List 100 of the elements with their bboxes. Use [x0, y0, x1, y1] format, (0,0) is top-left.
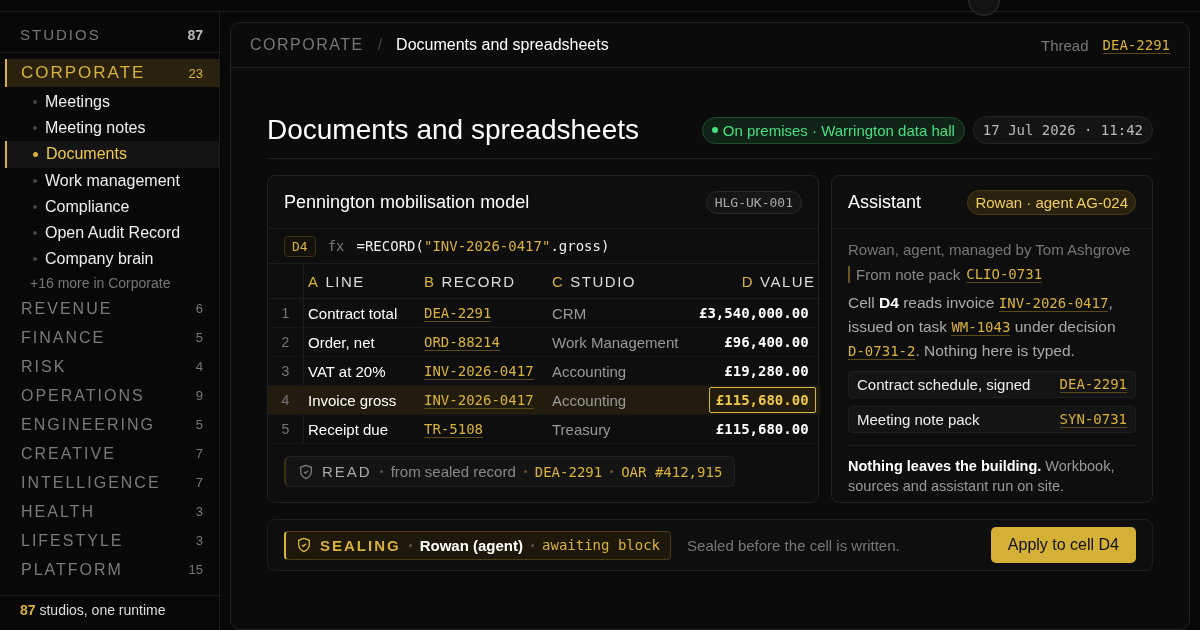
column-header: D VALUE [741, 272, 816, 290]
on-site-note: Nothing leaves the building. Workbook, sources and assistant run on site. [848, 445, 1136, 496]
sidebar-group[interactable]: HEALTH 3 [5, 497, 219, 527]
read-label: READ [322, 463, 372, 480]
sidebar-item[interactable]: Meetings [5, 89, 219, 116]
record-link[interactable]: INV-2026-0417 [424, 362, 534, 380]
record-link[interactable]: TR-5108 [424, 420, 483, 438]
more-link[interactable]: +16 more in Corporate [0, 272, 219, 295]
sidebar-group[interactable]: CORPORATE 23 [5, 59, 219, 87]
table-cell: Invoice gross [308, 391, 397, 409]
table-cell: Contract total [308, 304, 398, 322]
sidebar-group[interactable]: RISK 4 [5, 352, 219, 382]
table-cell: Work Management [552, 333, 679, 351]
row-number: 2 [281, 334, 290, 350]
shield-icon [298, 463, 314, 480]
fx-label: fx [327, 238, 345, 254]
agent-meta: Rowan, agent, managed by Tom Ashgrove [848, 241, 1132, 258]
sealing-label: SEALING [320, 536, 401, 554]
row-number: 3 [281, 363, 290, 379]
breadcrumb-section[interactable]: CORPORATE [250, 36, 364, 54]
value-cell[interactable]: £115,680.00 [708, 387, 816, 413]
table-cell: Accounting [552, 391, 627, 409]
breadcrumb-separator: / [377, 36, 383, 54]
value-cell[interactable]: £19,280.00 [717, 358, 816, 384]
shield-icon [296, 537, 312, 553]
value-cell[interactable]: £96,400.00 [717, 329, 816, 355]
group-count: 7 [195, 475, 203, 491]
sidebar-item[interactable]: Documents [5, 141, 219, 168]
table-cell: Order, net [308, 333, 375, 351]
record-label: Contract schedule, signed [857, 376, 1031, 393]
record-link[interactable]: ORD-88214 [424, 333, 500, 351]
table-cell: CRM [552, 304, 587, 322]
record-link[interactable]: DEA-2291 [534, 463, 603, 480]
table-cell: Treasury [552, 420, 611, 438]
column-header: C STUDIO [552, 272, 636, 290]
group-count: 9 [195, 388, 203, 404]
record-link[interactable]: CLIO-0731 [966, 266, 1043, 283]
record-link[interactable]: D-0731-2 [848, 343, 916, 360]
thread-label: Thread [1041, 36, 1089, 54]
group-count: 4 [195, 359, 203, 375]
record-row[interactable]: Meeting note pack SYN-0731 [848, 406, 1136, 433]
table-cell: Accounting [552, 362, 627, 380]
row-number: 1 [281, 305, 290, 321]
column-header: B RECORD [424, 272, 516, 290]
sidebar-group[interactable]: ENGINEERING 5 [5, 410, 219, 440]
sidebar-group[interactable]: FINANCE 5 [5, 323, 219, 353]
record-link[interactable]: DEA-2291 [1059, 376, 1127, 393]
column-header: A LINE [308, 272, 365, 290]
sidebar-heading: STUDIOS [20, 26, 101, 43]
value-cell[interactable]: £115,680.00 [708, 416, 816, 442]
read-text: from sealed record [390, 463, 516, 480]
record-link[interactable]: DEA-2291 [424, 304, 492, 322]
group-count: 3 [195, 533, 203, 549]
cell-reference: D4 [284, 235, 316, 257]
table-cell: VAT at 20% [308, 362, 386, 380]
apply-button[interactable]: Apply to cell D4 [990, 527, 1136, 563]
group-count: 5 [195, 330, 203, 346]
record-link[interactable]: WM-1043 [951, 319, 1011, 336]
sealing-note: Sealed before the cell is written. [687, 536, 900, 554]
sidebar-group[interactable]: OPERATIONS 9 [5, 381, 219, 411]
assistant-title: Assistant [848, 191, 922, 213]
sidebar-item[interactable]: Compliance [5, 193, 219, 220]
page-title: Documents and spreadsheets [267, 114, 640, 146]
breadcrumb-page: Documents and spreadsheets [396, 36, 609, 54]
group-count: 7 [195, 446, 203, 462]
row-number: 4 [281, 392, 290, 408]
record-row[interactable]: Contract schedule, signed DEA-2291 [848, 371, 1136, 398]
studios-summary: 87 studios, one runtime [20, 602, 167, 618]
value-cell[interactable]: £3,540,000.00 [692, 300, 816, 326]
sidebar-group[interactable]: LIFESTYLE 3 [5, 526, 219, 556]
status-pill: On premises · Warrington data hall [701, 116, 965, 144]
sidebar-item[interactable]: Meeting notes [5, 115, 219, 142]
awaiting-status: awaiting block [542, 537, 661, 553]
table-cell: Receipt due [308, 420, 389, 438]
sheet-title: Pennington mobilisation model [284, 191, 530, 213]
sidebar-group[interactable]: CREATIVE 7 [5, 439, 219, 469]
group-count: 15 [188, 562, 203, 578]
sidebar-item[interactable]: Work management [5, 167, 219, 194]
record-link[interactable]: SYN-0731 [1059, 411, 1127, 428]
group-count: 6 [195, 301, 203, 317]
assistant-message: Cell D4 reads invoice INV-2026-0417, issued on task WM-1043 under decision D-0731-2. Nothing here is typed. [848, 293, 1117, 362]
group-count: 5 [195, 417, 203, 433]
thread-link[interactable]: DEA-2291 [1102, 36, 1170, 54]
studio-count: 87 [187, 26, 203, 43]
record-label: Meeting note pack [857, 411, 980, 428]
record-link[interactable]: INV-2026-0417 [998, 295, 1109, 312]
sidebar-item[interactable]: Company brain [5, 246, 219, 273]
group-count: 23 [188, 65, 203, 81]
source-label: From note pack [856, 266, 961, 283]
sidebar-group[interactable]: REVENUE 6 [5, 294, 219, 324]
record-link[interactable]: OAR #412,915 [621, 463, 723, 480]
formula-field[interactable]: =RECORD("INV-2026-0417".gross) [356, 238, 610, 254]
timestamp: 17 Jul 2026 · 11:42 [972, 116, 1153, 144]
agent-name: Rowan (agent) [419, 536, 524, 554]
sidebar-group[interactable]: PLATFORM 15 [5, 555, 219, 585]
agent-badge: Rowan · agent AG-024 [967, 189, 1136, 215]
sidebar-group[interactable]: INTELLIGENCE 7 [5, 468, 219, 498]
group-count: 3 [195, 504, 203, 520]
site-tag: HLG-UK-001 [705, 190, 802, 214]
sidebar-item[interactable]: Open Audit Record [5, 219, 219, 247]
